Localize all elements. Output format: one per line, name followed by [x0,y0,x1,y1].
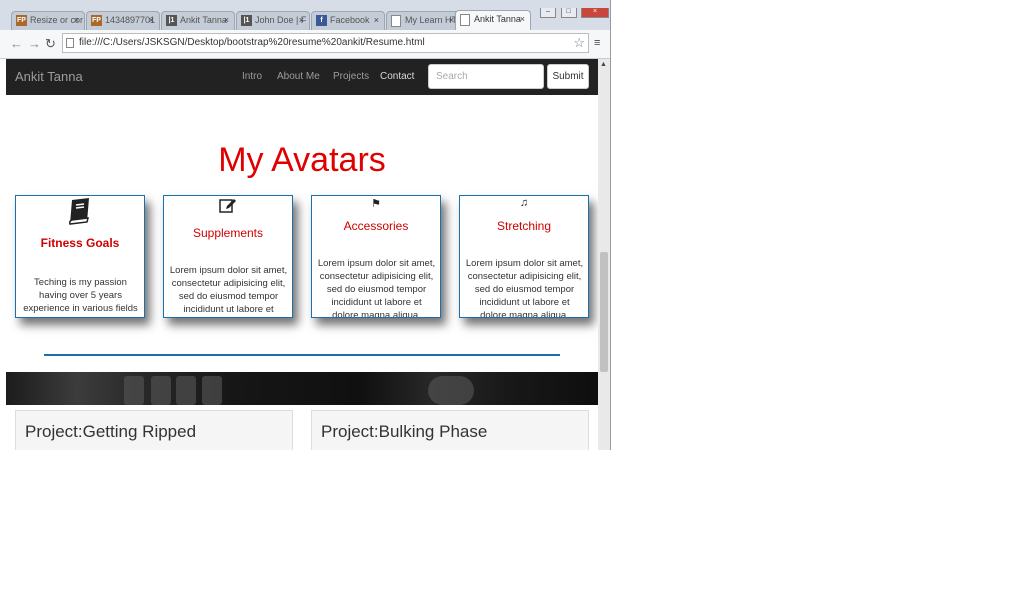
tab-john-doe[interactable]: |1 John Doe | F × [236,11,310,30]
site-navbar: Ankit Tanna Intro About Me Projects Cont… [6,59,598,95]
avatar-card-accessories: ⚑ Accessories Lorem ipsum dolor sit amet… [311,195,441,318]
card-title: Stretching [496,219,552,233]
tab-close-icon[interactable]: × [224,12,229,29]
card-description: Lorem ipsum dolor sit amet, consectetur … [169,265,288,315]
project-title: Project:Getting Ripped [25,422,197,441]
tab-ankit-tanna[interactable]: |1 Ankit Tanna × [161,11,235,30]
card-description: Teching is my passion having over 5 year… [23,277,138,314]
reload-icon[interactable]: ↻ [45,36,56,52]
browser-window: FP Resize or cor × FP 1434897701 × |1 An… [0,0,611,450]
card-title: Accessories [343,219,409,233]
facebook-icon: f [316,15,327,26]
tab-close-icon[interactable]: × [74,12,79,29]
tab-close-icon[interactable]: × [449,12,454,29]
menu-icon[interactable]: ≡ [594,38,600,49]
avatar-card-stretching: ♫ Stretching Lorem ipsum dolor sit amet,… [459,195,589,318]
close-window-button[interactable]: × [581,8,609,18]
card-description: Lorem ipsum dolor sit amet, consectetur … [317,258,436,318]
site-brand[interactable]: Ankit Tanna [15,69,83,84]
tab-label: Ankit Tanna [474,14,521,24]
nav-link-projects[interactable]: Projects [333,71,369,82]
nav-link-intro[interactable]: Intro [242,71,262,82]
project-panel: Project:Getting Ripped [15,410,293,450]
flag-icon: ⚑ [371,198,381,210]
tab-close-icon[interactable]: × [374,12,379,29]
nav-link-contact[interactable]: Contact [380,71,414,82]
gym-background-image [6,372,598,405]
card-description: Lorem ipsum dolor sit amet, consectetur … [465,258,584,318]
tab-facebook[interactable]: f Facebook × [311,11,385,30]
tab-label: Ankit Tanna [180,15,227,25]
page-viewport: Ankit Tanna Intro About Me Projects Cont… [6,59,598,450]
music-icon: ♫ [519,197,529,209]
back-icon[interactable]: ← [10,36,23,51]
tab-resize[interactable]: FP Resize or cor × [11,11,85,30]
favicon: |1 [166,15,177,26]
browser-toolbar: ← → ↻ file:///C:/Users/JSKSGN/Desktop/bo… [0,30,610,59]
page-icon [66,38,74,48]
bookmark-star-icon[interactable]: ☆ [573,34,585,52]
tab-close-icon[interactable]: × [149,12,154,29]
favicon: FP [91,15,102,26]
card-title: Fitness Goals [40,236,120,250]
window-controls: – □ × [540,0,609,18]
favicon: FP [16,15,27,26]
weight-plate [151,376,171,405]
tab-label: Facebook [330,15,370,25]
weight-plate [124,376,144,405]
nav-link-about-me[interactable]: About Me [277,71,320,82]
vertical-scrollbar[interactable]: ▲ [598,59,610,450]
section-divider [44,354,560,356]
avatar-card-fitness-goals: Fitness Goals Teching is my passion havi… [15,195,145,318]
tab-close-icon[interactable]: × [299,12,304,29]
section-heading: My Avatars [218,141,386,179]
book-icon [16,197,144,232]
weight-plate [428,376,474,405]
weight-plate [176,376,196,405]
project-panel: Project:Bulking Phase [311,410,589,450]
tab-image[interactable]: FP 1434897701 × [86,11,160,30]
tab-my-learn[interactable]: My Learn HT × [386,11,460,30]
avatar-card-supplements: Supplements Lorem ipsum dolor sit amet, … [163,195,293,318]
weight-plate [202,376,222,405]
tab-strip: FP Resize or cor × FP 1434897701 × |1 An… [0,0,610,30]
search-input[interactable]: Search [428,64,544,89]
maximize-button[interactable]: □ [560,8,577,18]
address-bar[interactable]: file:///C:/Users/JSKSGN/Desktop/bootstra… [62,33,589,53]
edit-icon [164,197,292,219]
page-icon [460,14,470,26]
scroll-up-icon[interactable]: ▲ [600,61,607,68]
tab-label: 1434897701 [105,15,156,25]
url-text: file:///C:/Users/JSKSGN/Desktop/bootstra… [79,37,425,48]
page-icon [391,15,401,27]
minimize-button[interactable]: – [540,8,557,18]
forward-icon[interactable]: → [28,36,41,51]
card-title: Supplements [192,226,264,240]
project-title: Project:Bulking Phase [321,422,488,441]
tab-active-ankit-tanna[interactable]: Ankit Tanna × [455,10,531,30]
submit-button[interactable]: Submit [547,64,589,89]
tab-close-icon[interactable]: × [520,11,525,28]
scrollbar-thumb[interactable] [600,252,608,372]
favicon: |1 [241,15,252,26]
